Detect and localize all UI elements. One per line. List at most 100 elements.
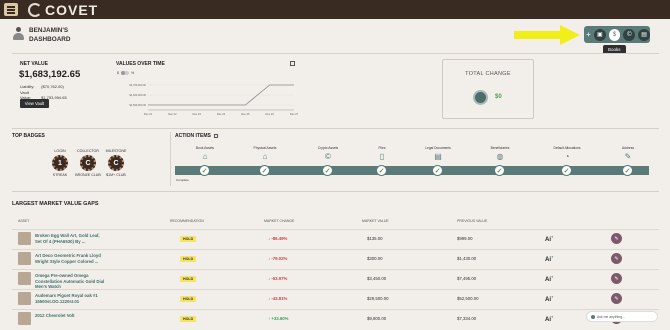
check-icon: ✓ [494, 165, 505, 176]
crypto-icon[interactable]: © [623, 28, 636, 41]
asset-name[interactable]: Omega Pre-owned Omega Constellation Auto… [35, 273, 105, 290]
action-progress-bar [175, 166, 649, 175]
action-item-default-allocations[interactable]: Default Allocations [542, 146, 592, 150]
action-item-crypto-assets[interactable]: Crypto Assets [303, 146, 353, 150]
column-header-previous-value: PREVIOUS VALUE [457, 219, 488, 223]
table-row[interactable]: Audemars Piguet Royal oak #1 15500st.OO.… [12, 289, 659, 309]
badge-milestone[interactable]: MILESTONE C $1M+ CLUB [103, 149, 129, 177]
add-icon[interactable]: + [586, 30, 591, 39]
y-tick-label: $1,700,000.00 [129, 83, 146, 87]
badge-top-label: MILESTONE [105, 149, 127, 153]
previous-value: $999.00 [457, 236, 473, 241]
asset-thumbnail [18, 272, 31, 285]
edit-icon[interactable]: ✎ [611, 273, 622, 284]
edit-icon[interactable]: ✎ [611, 293, 622, 304]
check-icon: ✓ [376, 165, 387, 176]
table-row[interactable]: 2012 Chevrolet Volt HOLD ↑ +33.60% $9,80… [12, 309, 659, 329]
liability-value: ($70,762.00) [41, 84, 64, 89]
check-icon: ✓ [199, 165, 210, 176]
badge-login-streak[interactable]: LOGIN 1 STREAK [47, 149, 73, 177]
market-value: $3,450.00 [367, 276, 387, 281]
market-change: ↓ -53.97% [268, 276, 288, 281]
toggle-percent-label: % [130, 71, 135, 75]
x-tick-label: Dec 22 [168, 112, 177, 116]
market-value: $9,800.00 [367, 316, 387, 321]
complete-label: Complete [176, 178, 189, 182]
ask-anything-chat-input[interactable]: Ask me anything... [586, 311, 658, 322]
market-value: $135.00 [367, 236, 383, 241]
asset-thumbnail [18, 232, 31, 245]
home-icon: ⌂ [262, 152, 268, 161]
action-item-beneficiaries[interactable]: Beneficiaries [475, 146, 525, 150]
value-toggle[interactable]: $ % [117, 71, 134, 75]
badge-bottom-label: STREAK [52, 173, 68, 177]
action-item-address[interactable]: Address [603, 146, 653, 150]
previous-value: $52,500.00 [457, 296, 479, 301]
external-link-icon[interactable] [214, 134, 218, 138]
column-header-asset: ASSET [18, 219, 30, 223]
ai-button[interactable]: Ai✦ [545, 295, 554, 303]
edit-address-icon: ✎ [624, 152, 632, 161]
net-value-amount: $1,683,192.65 [19, 69, 81, 80]
ai-button[interactable]: Ai✦ [545, 315, 554, 323]
badge-top-label: COLLECTOR [77, 149, 99, 153]
action-item-files[interactable]: Files [357, 146, 407, 150]
sparkle-icon: ✦ [551, 235, 554, 239]
asset-name[interactable]: Art Deco Geometric Frank Lloyd Wright St… [35, 253, 105, 264]
yellow-arrow-icon [514, 25, 580, 45]
values-over-time-chart: $1,700,000.00 $1,600,000.00 $1,500,000.00 D… [129, 83, 299, 116]
recommendation-badge: HOLD [180, 316, 197, 322]
x-tick-label: Dec 27 [290, 112, 299, 116]
files-icon[interactable]: ▤ [638, 28, 651, 41]
vault-icon[interactable]: ▣ [593, 28, 606, 41]
ai-button[interactable]: Ai✦ [545, 235, 554, 243]
liability-row: Liability: ($70,762.00) [20, 84, 64, 89]
asset-name[interactable]: Audemars Piguet Royal oak #1 15500st.OO.… [35, 293, 105, 304]
previous-value: $7,495.00 [457, 276, 477, 281]
x-tick-label: Dec 24 [217, 112, 226, 116]
logo[interactable]: COVET [28, 1, 98, 18]
market-change: ↓ -79.02% [268, 256, 288, 261]
asset-name[interactable]: 2012 Chevrolet Volt [35, 313, 105, 319]
check-icon: ✓ [322, 165, 333, 176]
action-item-physical-assets[interactable]: Physical Assets [240, 146, 290, 150]
x-tick-label: Dec 23 [193, 112, 202, 116]
document-icon: ▤ [434, 152, 442, 161]
sparkle-icon: ✦ [551, 315, 554, 319]
total-change-card: TOTAL CHANGE $0 [442, 59, 534, 119]
badge-collector[interactable]: COLLECTOR C BRONZE CLUB [75, 149, 101, 177]
view-vault-button[interactable]: View Vault [20, 99, 49, 108]
user-avatar-icon [13, 27, 24, 40]
hamburger-menu-icon[interactable] [4, 3, 18, 16]
x-tick-label: Dec 21 [144, 112, 153, 116]
streak-badge-icon: 1 [52, 155, 68, 171]
market-change: ↑ +33.60% [268, 316, 289, 321]
badge-bottom-label: $1M+ CLUB [106, 173, 126, 177]
column-header-market-change: MARKET CHANGE [264, 219, 295, 223]
table-row[interactable]: Art Deco Geometric Frank Lloyd Wright St… [12, 249, 659, 269]
divider [12, 128, 659, 129]
asset-name[interactable]: Broken Egg Wall Art, Gold Leaf, Set Of 4… [35, 233, 105, 244]
badge-bottom-label: BRONZE CLUB [75, 173, 101, 177]
previous-value: $7,334.00 [457, 316, 477, 321]
column-header-market-value: MARKET VALUE [362, 219, 389, 223]
ai-button[interactable]: Ai✦ [545, 255, 554, 263]
y-tick-label: $1,600,000.00 [129, 93, 146, 97]
edit-icon[interactable]: ✎ [611, 253, 622, 264]
column-header-recommendation: RECOMMENDATION [170, 219, 204, 223]
action-item-legal-documents[interactable]: Legal Documents [413, 146, 463, 150]
toggle-dollar-label: $ [117, 71, 119, 75]
table-row[interactable]: Broken Egg Wall Art, Gold Leaf, Set Of 4… [12, 229, 659, 249]
check-icon: ✓ [561, 165, 572, 176]
table-row[interactable]: Omega Pre-owned Omega Constellation Auto… [12, 269, 659, 289]
ai-button[interactable]: Ai✦ [545, 275, 554, 283]
books-icon[interactable]: $ [608, 28, 621, 41]
toggle-switch[interactable] [120, 71, 129, 75]
divider [12, 191, 659, 192]
action-item-book-assets[interactable]: Book Assets [180, 146, 230, 150]
asset-thumbnail [18, 292, 31, 305]
edit-icon[interactable]: ✎ [611, 233, 622, 244]
external-link-icon[interactable] [290, 61, 295, 66]
market-value: $29,500.00 [367, 296, 389, 301]
check-icon: ✓ [259, 165, 270, 176]
